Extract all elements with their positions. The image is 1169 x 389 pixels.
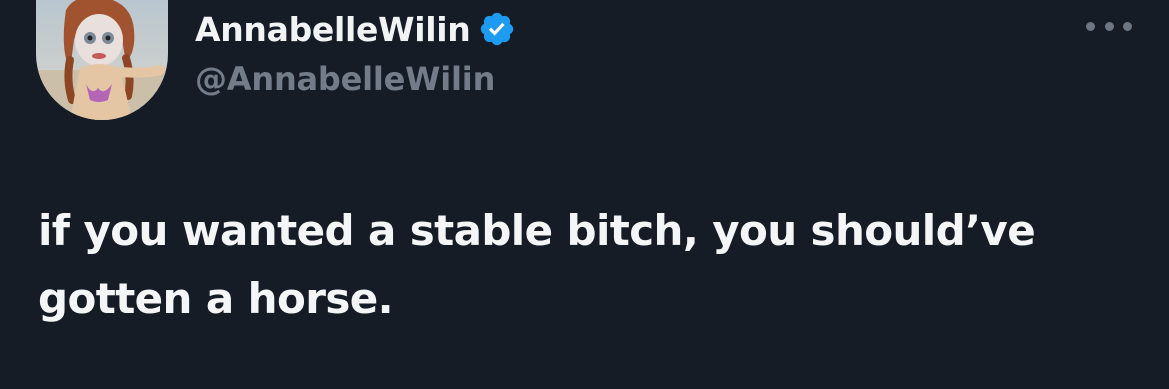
more-dot bbox=[1086, 21, 1095, 31]
more-options-icon[interactable] bbox=[1086, 14, 1132, 38]
more-dot bbox=[1123, 21, 1132, 31]
verified-badge-icon bbox=[478, 10, 516, 48]
author-handle[interactable]: @AnnabelleWilin bbox=[195, 60, 495, 98]
avatar-image bbox=[36, 0, 168, 120]
tweet-card: AnnabelleWilin @AnnabelleWilin if you wa… bbox=[0, 0, 1169, 389]
tweet-text: if you wanted a stable bitch, you should… bbox=[38, 206, 1036, 323]
more-dot bbox=[1104, 21, 1114, 31]
author-name-row: AnnabelleWilin bbox=[195, 4, 516, 54]
avatar[interactable] bbox=[36, 0, 168, 120]
author-display-name[interactable]: AnnabelleWilin bbox=[195, 10, 471, 49]
